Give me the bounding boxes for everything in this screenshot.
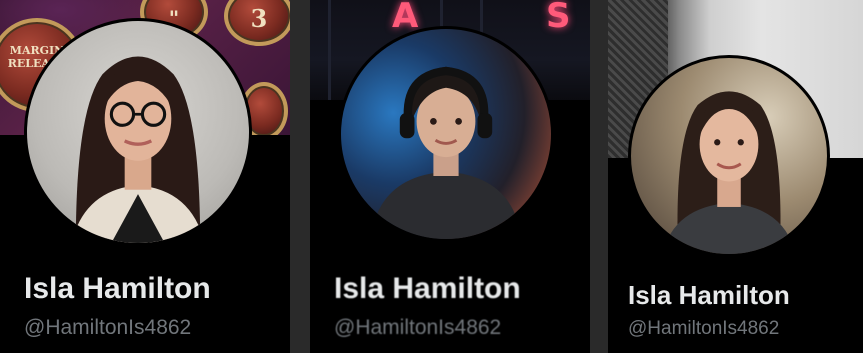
user-handle[interactable]: @HamiltonIs4862 — [334, 316, 501, 340]
profile-card-1[interactable]: MARGIN RELEASE " 3 Isla Hamilton @Hamilt… — [0, 0, 290, 353]
avatar-portrait — [662, 91, 796, 254]
user-handle[interactable]: @HamiltonIs4862 — [628, 318, 779, 340]
avatar-portrait — [370, 66, 522, 239]
banner-stripe — [328, 0, 331, 100]
display-name[interactable]: Isla Hamilton — [334, 272, 521, 306]
display-name[interactable]: Isla Hamilton — [628, 280, 790, 311]
avatar[interactable] — [24, 18, 252, 246]
avatar[interactable] — [628, 55, 830, 257]
user-handle[interactable]: @HamiltonIs4862 — [24, 316, 191, 340]
avatar-portrait — [71, 56, 205, 243]
display-name[interactable]: Isla Hamilton — [24, 272, 211, 306]
avatar[interactable] — [338, 26, 554, 242]
